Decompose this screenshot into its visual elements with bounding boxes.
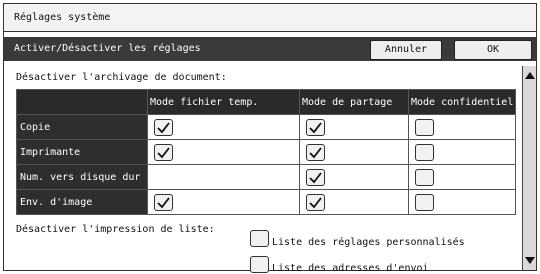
column-header: Mode fichier temp.: [147, 89, 300, 115]
table-cell: [147, 139, 300, 165]
table-cell: [408, 164, 516, 190]
checkbox[interactable]: [250, 256, 269, 273]
checkbox[interactable]: [415, 168, 434, 186]
checkbox-label: Liste des adresses d'envoi: [272, 263, 429, 274]
header-corner: [16, 89, 148, 115]
archive-table: Mode fichier temp. Mode de partage Mode …: [16, 89, 516, 215]
table-cell: [299, 139, 409, 165]
scroll-down-icon[interactable]: [525, 257, 535, 264]
window-title: Réglages système: [14, 12, 111, 23]
row-label: Env. d'image: [16, 189, 148, 215]
print-list-section-label: Désactiver l'impression de liste:: [16, 224, 215, 235]
checkbox[interactable]: [415, 143, 434, 161]
column-header: Mode confidentiel: [408, 89, 516, 115]
row-label: Copie: [16, 114, 148, 140]
table-cell: [299, 114, 409, 140]
checked-checkbox[interactable]: [154, 193, 173, 211]
table-header-row: Mode fichier temp. Mode de partage Mode …: [16, 89, 516, 115]
ok-button[interactable]: OK: [454, 40, 532, 60]
table-row: Num. vers disque dur: [16, 164, 516, 190]
checked-checkbox[interactable]: [306, 143, 325, 161]
title-bar: Réglages système: [4, 4, 536, 32]
settings-window: Réglages système Activer/Désactiver les …: [3, 3, 537, 274]
action-bar: Activer/Désactiver les réglages Annuler …: [4, 37, 536, 61]
table-cell: [408, 189, 516, 215]
checked-checkbox[interactable]: [306, 118, 325, 136]
checkbox[interactable]: [415, 193, 434, 211]
row-label: Num. vers disque dur: [16, 164, 148, 190]
row-label: Imprimante: [16, 139, 148, 165]
checkbox[interactable]: [250, 230, 269, 247]
table-row: Env. d'image: [16, 189, 516, 215]
checked-checkbox[interactable]: [306, 168, 325, 186]
scroll-up-icon[interactable]: [525, 72, 535, 79]
table-cell: [147, 164, 300, 190]
archive-section-label: Désactiver l'archivage de document:: [16, 72, 227, 83]
checked-checkbox[interactable]: [306, 193, 325, 211]
checkbox-label: Liste des réglages personnalisés: [272, 237, 465, 248]
action-bar-label: Activer/Désactiver les réglages: [14, 43, 201, 54]
checked-checkbox[interactable]: [154, 143, 173, 161]
column-header: Mode de partage: [299, 89, 409, 115]
checkbox[interactable]: [415, 118, 434, 136]
table-cell: [299, 164, 409, 190]
table-cell: [408, 114, 516, 140]
scrollbar[interactable]: [522, 66, 536, 270]
table-cell: [147, 114, 300, 140]
table-row: Copie: [16, 114, 516, 140]
cancel-button[interactable]: Annuler: [370, 40, 442, 60]
table-cell: [299, 189, 409, 215]
table-row: Imprimante: [16, 139, 516, 165]
table-cell: [147, 189, 300, 215]
table-cell: [408, 139, 516, 165]
checked-checkbox[interactable]: [154, 118, 173, 136]
